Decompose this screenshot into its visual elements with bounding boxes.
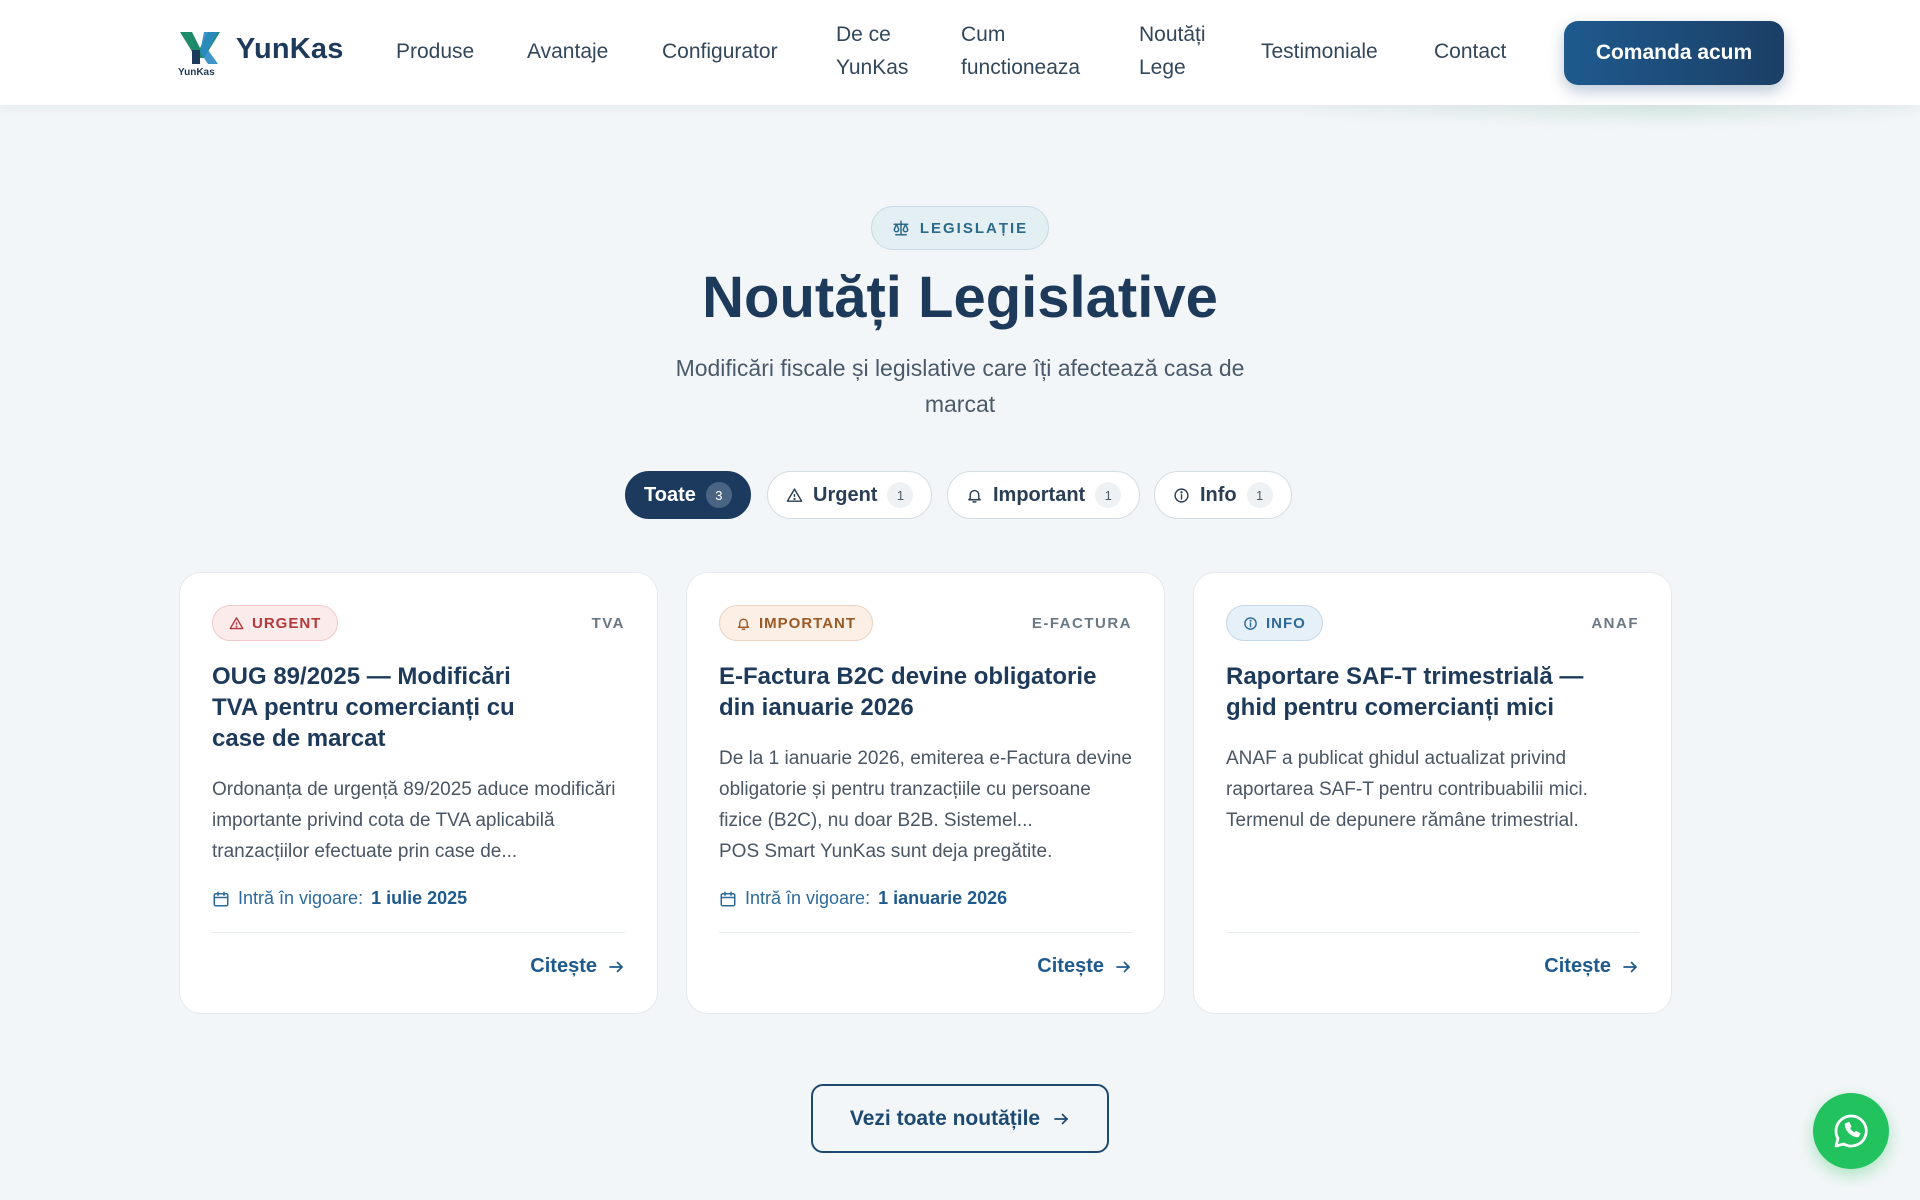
nav-configurator[interactable]: Configurator — [662, 35, 778, 68]
info-badge: INFO — [1226, 605, 1323, 641]
info-icon — [1174, 487, 1189, 503]
see-all-news-button[interactable]: Vezi toate noutățile — [811, 1084, 1109, 1153]
card-title[interactable]: E-Factura B2C devine obligatorie din ian… — [719, 661, 1119, 723]
legislation-eyebrow-badge: LEGISLAȚIE — [871, 206, 1049, 250]
whatsapp-icon — [1834, 1114, 1868, 1148]
whatsapp-chat-button[interactable] — [1813, 1093, 1889, 1169]
filter-label: Toate — [644, 483, 696, 506]
read-more-link[interactable]: Citește — [530, 955, 625, 978]
page-title: Noutăți Legislative — [702, 265, 1218, 330]
scale-icon — [893, 220, 909, 236]
calendar-icon — [213, 891, 229, 906]
arrow-right-icon — [1054, 1113, 1068, 1124]
category-tag: E-FACTURA — [1031, 615, 1132, 632]
nav-cum-functioneaza[interactable]: Cum functioneaza — [961, 18, 1080, 84]
yunkas-logo-icon[interactable]: YunKas — [178, 28, 222, 78]
nav-contact[interactable]: Contact — [1434, 35, 1506, 68]
news-card-e-factura[interactable]: IMPORTANT E-FACTURA E-Factura B2C devine… — [686, 572, 1165, 1014]
site-header: YunKas YunKas Produse Avantaje Configura… — [0, 0, 1920, 105]
calendar-icon — [720, 891, 736, 906]
filter-important[interactable]: Important 1 — [947, 471, 1141, 519]
card-divider — [212, 932, 625, 933]
card-excerpt-tail: POS Smart YunKas sunt deja pregătite. — [719, 841, 1053, 862]
filter-count: 1 — [1246, 482, 1273, 508]
filter-info[interactable]: Info 1 — [1154, 471, 1292, 519]
order-now-button[interactable]: Comanda acum — [1564, 21, 1784, 85]
card-excerpt: Ordonanța de urgență 89/2025 aduce modif… — [212, 779, 616, 862]
filter-count: 1 — [1095, 482, 1122, 508]
nav-testimoniale[interactable]: Testimoniale — [1261, 35, 1378, 68]
arrow-right-icon — [609, 961, 623, 972]
filter-label: Urgent — [813, 483, 878, 506]
filter-count: 3 — [705, 482, 732, 508]
effective-date: Intră în vigoare: 1 ianuarie 2026 — [719, 888, 1007, 909]
arrow-right-icon — [1623, 961, 1637, 972]
info-icon — [1244, 616, 1257, 630]
warning-icon — [229, 616, 244, 629]
urgent-badge: URGENT — [212, 605, 339, 641]
eyebrow-label: LEGISLAȚIE — [919, 219, 1029, 237]
card-divider — [1226, 932, 1639, 933]
logo-caption: YunKas — [178, 67, 215, 78]
nav-de-ce-yunkas[interactable]: De ce YunKas — [836, 18, 908, 84]
read-more-link[interactable]: Citește — [1544, 955, 1639, 978]
arrow-right-icon — [1116, 961, 1130, 972]
card-excerpt: De la 1 ianuarie 2026, emiterea e-Factur… — [719, 748, 1132, 831]
news-card-anaf[interactable]: INFO ANAF Raportare SAF-T trimestrială —… — [1193, 572, 1672, 1014]
filter-label: Info — [1200, 483, 1237, 506]
card-excerpt: ANAF a publicat ghidul actualizat privin… — [1226, 748, 1588, 831]
page-subtitle: Modificări fiscale și legislative care î… — [675, 355, 1245, 417]
bell-icon — [968, 489, 981, 503]
bell-icon — [737, 617, 750, 630]
nav-produse[interactable]: Produse — [396, 35, 474, 68]
card-title[interactable]: Raportare SAF-T trimestrială — ghid pent… — [1226, 661, 1626, 723]
category-tag: TVA — [591, 615, 625, 632]
read-more-link[interactable]: Citește — [1037, 955, 1132, 978]
filter-count: 1 — [887, 482, 914, 508]
card-divider — [719, 932, 1132, 933]
card-title[interactable]: OUG 89/2025 — Modificări TVA pentru come… — [212, 661, 552, 754]
category-tag: ANAF — [1591, 615, 1639, 632]
filter-label: Important — [993, 483, 1086, 506]
warning-icon — [786, 487, 803, 502]
nav-noutati-lege[interactable]: Noutăți Lege — [1139, 18, 1206, 84]
effective-date: Intră în vigoare: 1 iulie 2025 — [212, 888, 467, 909]
news-card-tva[interactable]: URGENT TVA OUG 89/2025 — Modificări TVA … — [179, 572, 658, 1014]
nav-avantaje[interactable]: Avantaje — [527, 35, 608, 68]
filter-all[interactable]: Toate 3 — [625, 471, 751, 519]
brand-name[interactable]: YunKas — [236, 33, 344, 66]
important-badge: IMPORTANT — [719, 605, 874, 641]
filter-urgent[interactable]: Urgent 1 — [767, 471, 933, 519]
